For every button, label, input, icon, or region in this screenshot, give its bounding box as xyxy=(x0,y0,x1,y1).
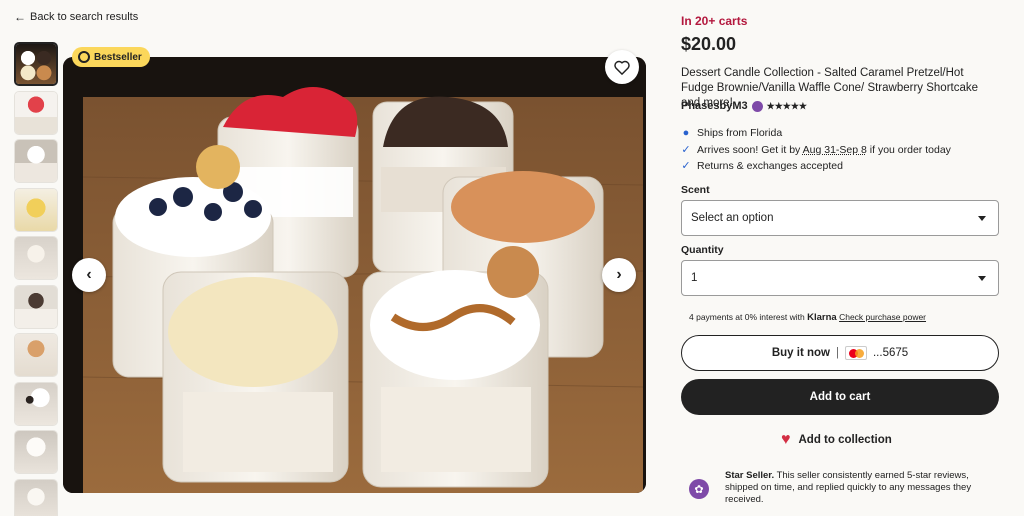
add-to-collection-button[interactable]: ♥ Add to collection xyxy=(781,432,892,448)
star-seller-icon xyxy=(751,100,763,112)
scent-select-value: Select an option xyxy=(691,212,774,224)
star-seller-info: ✿ Star Seller. This seller consistently … xyxy=(689,470,999,506)
scent-label: Scent xyxy=(681,184,710,196)
bestseller-label: Bestseller xyxy=(94,51,142,63)
returns-row: ✓ Returns & exchanges accepted xyxy=(681,159,843,173)
thumbnail-10[interactable] xyxy=(14,478,58,516)
next-image-button[interactable]: › xyxy=(602,258,636,292)
thumbnail-strip xyxy=(14,42,60,516)
check-icon: ✓ xyxy=(681,160,691,172)
arrival-suffix: if you order today xyxy=(866,143,951,156)
candle-photo-illustration xyxy=(63,57,646,493)
quantity-select[interactable]: 1 xyxy=(681,260,999,296)
main-product-image xyxy=(63,57,646,493)
back-link-label: Back to search results xyxy=(30,11,139,23)
caret-down-icon xyxy=(978,215,986,221)
klarna-brand: Klarna xyxy=(807,312,837,323)
chevron-left-icon: ‹ xyxy=(86,266,92,283)
in-carts-notice: In 20+ carts xyxy=(681,14,748,28)
returns-text: Returns & exchanges accepted xyxy=(697,159,843,172)
thumbnail-5[interactable] xyxy=(14,236,58,280)
bestseller-badge: Bestseller xyxy=(72,47,150,67)
ships-from-text: Ships from Florida xyxy=(697,127,783,139)
heart-filled-icon: ♥ xyxy=(781,431,791,448)
star-seller-text: Star Seller. This seller consistently ea… xyxy=(725,470,999,506)
thumbnail-6[interactable] xyxy=(14,284,58,329)
thumbnail-4[interactable] xyxy=(14,187,58,232)
quantity-label: Quantity xyxy=(681,244,724,256)
quantity-select-value: 1 xyxy=(691,272,698,284)
caret-down-icon xyxy=(978,275,986,281)
check-purchase-power-link[interactable]: Check purchase power xyxy=(839,312,926,322)
seller-name-link[interactable]: PhasesbyM3 xyxy=(681,100,748,112)
heart-outline-icon xyxy=(614,60,630,75)
thumbnail-3[interactable] xyxy=(14,139,58,183)
thumbnail-2[interactable] xyxy=(14,90,58,135)
card-last4: ...5675 xyxy=(872,347,909,359)
star-seller-title: Star Seller. xyxy=(725,470,775,481)
arrow-left-icon: ← xyxy=(14,10,26,24)
arrival-row: ✓ Arrives soon! Get it by Aug 31-Sep 8 i… xyxy=(681,143,951,157)
rating-stars: ★★★★★ xyxy=(766,100,807,111)
favorite-button[interactable] xyxy=(605,50,639,84)
thumbnail-7[interactable] xyxy=(14,333,58,377)
ships-from-row: ● Ships from Florida xyxy=(681,127,783,139)
mastercard-icon xyxy=(844,346,867,360)
chevron-right-icon: › xyxy=(616,266,622,283)
thumbnail-1[interactable] xyxy=(14,42,58,86)
location-pin-icon: ● xyxy=(682,127,690,139)
add-to-cart-button[interactable]: Add to cart xyxy=(681,379,999,415)
arrival-text: Arrives soon! Get it by Aug 31-Sep 8 if … xyxy=(697,144,951,156)
klarna-notice: 4 payments at 0% interest with Klarna Ch… xyxy=(689,312,926,323)
arrival-dates[interactable]: Aug 31-Sep 8 xyxy=(803,144,867,156)
thumbnail-8[interactable] xyxy=(14,381,58,426)
buy-now-label: Buy it now xyxy=(771,347,830,359)
previous-image-button[interactable]: ‹ xyxy=(72,258,106,292)
price: $20.00 xyxy=(681,34,737,54)
medal-icon xyxy=(78,51,90,63)
scent-select[interactable]: Select an option xyxy=(681,200,999,236)
back-to-search-link[interactable]: ← Back to search results xyxy=(14,10,138,24)
add-to-cart-label: Add to cart xyxy=(809,391,871,403)
star-seller-badge-icon: ✿ xyxy=(689,479,709,499)
seller-row: PhasesbyM3 ★★★★★ xyxy=(681,100,807,112)
klarna-prefix: 4 payments at 0% interest with xyxy=(689,312,808,322)
buy-it-now-button[interactable]: Buy it now | ...5675 xyxy=(681,335,999,371)
buy-now-separator: | xyxy=(835,347,839,359)
thumbnail-9[interactable] xyxy=(14,430,58,474)
check-icon: ✓ xyxy=(681,144,691,156)
add-to-collection-label: Add to collection xyxy=(798,434,892,446)
arrival-prefix: Arrives soon! Get it by xyxy=(697,143,803,156)
